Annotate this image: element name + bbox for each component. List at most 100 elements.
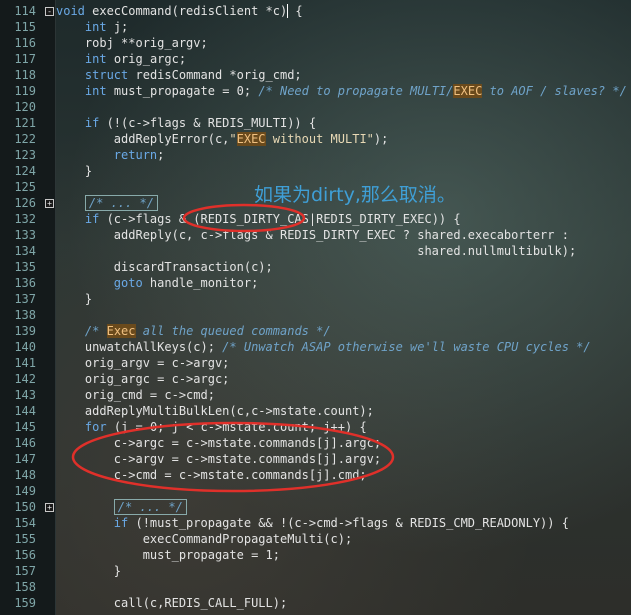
code-token: /* ... */ <box>113 499 187 515</box>
code-text[interactable]: int must_propagate = 0; /* Need to propa… <box>56 83 627 99</box>
code-line[interactable]: 136 goto handle_monitor; <box>0 275 631 291</box>
expand-fold-icon[interactable]: + <box>45 503 54 512</box>
code-text[interactable]: int orig_argc; <box>56 51 186 67</box>
code-line[interactable]: 147 c->argv = c->mstate.commands[j].argv… <box>0 451 631 467</box>
line-number: 159 <box>14 596 36 610</box>
code-text[interactable]: for (j = 0; j < c->mstate.count; j++) { <box>56 419 367 435</box>
code-line[interactable]: 118 struct redisCommand *orig_cmd; <box>0 67 631 83</box>
code-line[interactable]: 157 } <box>0 563 631 579</box>
code-line[interactable]: 122 addReplyError(c,"EXEC without MULTI"… <box>0 131 631 147</box>
code-line[interactable]: 117 int orig_argc; <box>0 51 631 67</box>
code-line[interactable]: 150 + /* ... */ <box>0 499 631 515</box>
code-line[interactable]: 133 addReply(c, c->flags & REDIS_DIRTY_E… <box>0 227 631 243</box>
collapse-fold-icon[interactable]: - <box>45 7 54 16</box>
code-line[interactable]: 158 <box>0 579 631 595</box>
code-token: discardTransaction(c); <box>56 260 273 274</box>
code-line[interactable]: 121 if (!(c->flags & REDIS_MULTI)) { <box>0 115 631 131</box>
code-token: { <box>288 4 303 18</box>
code-text[interactable]: goto handle_monitor; <box>56 275 259 291</box>
code-text[interactable]: orig_cmd = c->cmd; <box>56 387 215 403</box>
code-text[interactable]: if (c->flags & (REDIS_DIRTY_CAS|REDIS_DI… <box>56 211 461 227</box>
line-number: 121 <box>14 116 36 130</box>
code-line[interactable]: 116 robj **orig_argv; <box>0 35 631 51</box>
code-line[interactable]: 144 addReplyMultiBulkLen(c,c->mstate.cou… <box>0 403 631 419</box>
code-line[interactable]: 119 int must_propagate = 0; /* Need to p… <box>0 83 631 99</box>
code-token: } <box>56 164 93 178</box>
code-token: (!(c->flags & REDIS_MULTI)) { <box>99 116 317 130</box>
code-token: int <box>84 52 107 66</box>
code-text[interactable]: return; <box>56 147 165 163</box>
code-line[interactable]: 139 /* Exec all the queued commands */ <box>0 323 631 339</box>
code-line[interactable]: 156 must_propagate = 1; <box>0 547 631 563</box>
code-line[interactable]: 114- void execCommand(redisClient *c) { <box>0 3 631 19</box>
code-text[interactable]: if (!must_propagate && !(c->cmd->flags &… <box>56 515 569 531</box>
code-line[interactable]: 124 } <box>0 163 631 179</box>
line-number: 114 <box>14 4 36 18</box>
code-text[interactable]: c->cmd = c->mstate.commands[j].cmd; <box>56 467 367 483</box>
code-line[interactable]: 143 orig_cmd = c->cmd; <box>0 387 631 403</box>
code-line[interactable]: 155 execCommandPropagateMulti(c); <box>0 531 631 547</box>
code-line[interactable]: 154 if (!must_propagate && !(c->cmd->fla… <box>0 515 631 531</box>
line-number: 139 <box>14 324 36 338</box>
code-text[interactable]: call(c,REDIS_CALL_FULL); <box>56 595 287 611</box>
code-text[interactable]: orig_argc = c->argc; <box>56 371 230 387</box>
line-number: 150 <box>14 500 36 514</box>
line-number: 115 <box>14 20 36 34</box>
code-text[interactable]: } <box>56 563 121 579</box>
code-text[interactable]: if (!(c->flags & REDIS_MULTI)) { <box>56 115 316 131</box>
code-line[interactable]: 142 orig_argc = c->argc; <box>0 371 631 387</box>
code-text[interactable]: discardTransaction(c); <box>56 259 273 275</box>
code-line[interactable]: 149 <box>0 483 631 499</box>
code-line[interactable]: 134 shared.nullmultibulk); <box>0 243 631 259</box>
code-line[interactable]: 146 c->argc = c->mstate.commands[j].argc… <box>0 435 631 451</box>
code-text[interactable]: struct redisCommand *orig_cmd; <box>56 67 302 83</box>
code-text[interactable]: addReply(c, c->flags & REDIS_DIRTY_EXEC … <box>56 227 569 243</box>
code-line[interactable]: 115 int j; <box>0 19 631 35</box>
code-token: Exec <box>106 324 136 338</box>
code-line[interactable]: 138 <box>0 307 631 323</box>
code-text[interactable]: /* ... */ <box>56 499 187 515</box>
code-token: c->argv = c->mstate.commands[j].argv; <box>56 452 382 466</box>
line-number: 157 <box>14 564 36 578</box>
code-editor[interactable]: 114- void execCommand(redisClient *c) {11… <box>0 0 631 615</box>
code-text[interactable]: } <box>56 291 92 307</box>
code-line[interactable]: 145 for (j = 0; j < c->mstate.count; j++… <box>0 419 631 435</box>
code-text[interactable]: void execCommand(redisClient *c) { <box>56 3 303 19</box>
code-line[interactable]: 148 c->cmd = c->mstate.commands[j].cmd; <box>0 467 631 483</box>
code-text[interactable]: unwatchAllKeys(c); /* Unwatch ASAP other… <box>56 339 591 355</box>
line-number: 145 <box>14 420 36 434</box>
code-text[interactable]: } <box>56 163 92 179</box>
code-text[interactable]: addReplyMultiBulkLen(c,c->mstate.count); <box>56 403 374 419</box>
code-text[interactable]: /* Exec all the queued commands */ <box>56 323 331 339</box>
code-text[interactable]: addReplyError(c,"EXEC without MULTI"); <box>56 131 388 147</box>
code-line[interactable]: 132 if (c->flags & (REDIS_DIRTY_CAS|REDI… <box>0 211 631 227</box>
code-text[interactable]: execCommandPropagateMulti(c); <box>56 531 353 547</box>
code-line[interactable]: 141 orig_argv = c->argv; <box>0 355 631 371</box>
code-token: c->argc = c->mstate.commands[j].argc; <box>56 436 382 450</box>
line-number: 154 <box>14 516 36 530</box>
code-token: all the queued commands */ <box>135 324 331 338</box>
code-text[interactable]: c->argc = c->mstate.commands[j].argc; <box>56 435 381 451</box>
code-line[interactable]: 140 unwatchAllKeys(c); /* Unwatch ASAP o… <box>0 339 631 355</box>
code-text[interactable]: int j; <box>56 19 128 35</box>
code-token: handle_monitor; <box>142 276 259 290</box>
code-line[interactable]: 123 return; <box>0 147 631 163</box>
code-text[interactable]: robj **orig_argv; <box>56 35 208 51</box>
code-text[interactable]: orig_argv = c->argv; <box>56 355 230 371</box>
code-token: addReplyMultiBulkLen(c,c->mstate.count); <box>56 404 374 418</box>
code-token: execCommandPropagateMulti(c); <box>56 532 353 546</box>
code-text[interactable]: c->argv = c->mstate.commands[j].argv; <box>56 451 381 467</box>
code-token: struct <box>84 68 129 82</box>
code-line[interactable]: 120 <box>0 99 631 115</box>
expand-fold-icon[interactable]: + <box>45 199 54 208</box>
code-line[interactable]: 135 discardTransaction(c); <box>0 259 631 275</box>
code-text[interactable]: must_propagate = 1; <box>56 547 280 563</box>
code-line[interactable]: 159 call(c,REDIS_CALL_FULL); <box>0 595 631 611</box>
code-token: return <box>113 148 158 162</box>
code-line[interactable]: 137 } <box>0 291 631 307</box>
code-text[interactable]: shared.nullmultibulk); <box>56 243 576 259</box>
code-text[interactable]: /* ... */ <box>56 195 158 211</box>
